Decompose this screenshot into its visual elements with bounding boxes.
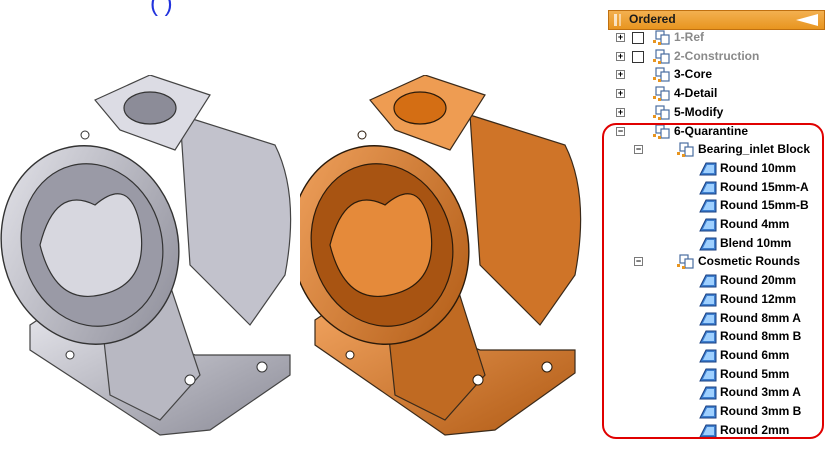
tree-item-label: 2-Construction <box>674 48 760 63</box>
visibility-checkbox[interactable] <box>632 50 644 63</box>
quarantine-highlight-box <box>602 123 824 439</box>
tree-item-2-construction[interactable]: +2-Construction <box>608 48 828 66</box>
tree-item-label: 4-Detail <box>674 86 718 101</box>
group-folder-icon <box>652 29 672 47</box>
partial-heading: ( ) <box>150 0 173 17</box>
tree-item-1-ref[interactable]: +1-Ref <box>608 29 828 47</box>
expand-toggle-icon[interactable]: + <box>616 107 625 117</box>
tree-header-ordered[interactable]: Ordered <box>608 10 825 30</box>
group-folder-icon <box>652 85 672 103</box>
expand-toggle-icon[interactable]: + <box>616 51 625 61</box>
group-folder-icon <box>652 48 672 66</box>
tree-item-4-detail[interactable]: +4-Detail <box>608 85 828 103</box>
tree-item-5-modify[interactable]: +5-Modify <box>608 104 828 122</box>
tree-item-label: 3-Core <box>674 67 713 82</box>
tree-item-label: 5-Modify <box>674 104 724 119</box>
expand-toggle-icon[interactable]: + <box>616 33 625 42</box>
tree-item-3-core[interactable]: +3-Core <box>608 66 828 84</box>
expand-toggle-icon[interactable]: + <box>616 70 625 80</box>
group-folder-icon <box>652 66 672 84</box>
group-folder-icon <box>652 104 672 122</box>
grip-icon <box>614 14 621 26</box>
expand-toggle-icon[interactable]: + <box>616 89 625 99</box>
visibility-checkbox[interactable] <box>632 32 644 44</box>
part-model-gray <box>0 75 292 436</box>
tree-item-label: 1-Ref <box>674 30 705 44</box>
tree-header-label: Ordered <box>629 12 676 26</box>
collapse-arrow-icon[interactable] <box>796 14 818 26</box>
part-model-orange <box>300 75 582 436</box>
